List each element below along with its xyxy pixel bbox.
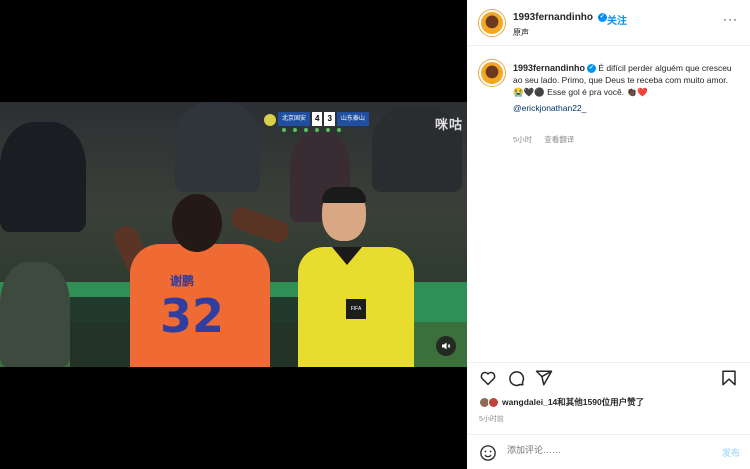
media-area: 北京国安 4 3 山东泰山 咪咕 谢鹏 32 FIFA [0, 0, 467, 469]
mention-link[interactable]: @erickjonathan22_ [513, 102, 735, 114]
home-score: 4 [312, 112, 323, 126]
caption-username[interactable]: 1993fernandinho ✓ [513, 63, 597, 74]
share-icon[interactable] [535, 369, 553, 387]
away-team: 山东泰山 [336, 112, 369, 126]
author-username-text[interactable]: 1993fernandinho [513, 12, 593, 23]
spectator [0, 262, 70, 367]
caption-meta: 5小时 查看翻译 [513, 134, 574, 145]
player-celebrating: 谢鹏 32 [110, 194, 292, 367]
verified-badge-icon: ✓ [587, 64, 597, 74]
player-head [172, 194, 222, 252]
more-options-icon[interactable]: ··· [723, 12, 738, 26]
spectator [175, 102, 260, 192]
away-score: 3 [324, 112, 335, 126]
broadcaster-watermark: 咪咕 [434, 117, 463, 132]
referee: FIFA [298, 187, 414, 367]
caption-avatar[interactable] [479, 60, 505, 86]
action-bar [467, 362, 750, 392]
substitution-dots [282, 128, 341, 132]
follow-button[interactable]: 关注 [607, 12, 627, 27]
jersey-name: 谢鹏 [170, 274, 195, 288]
caption-body: 1993fernandinho ✓ É difícil perder alguém… [513, 62, 735, 114]
likes-text[interactable]: wangdalei_14和其他1590位用户赞了 [502, 396, 644, 408]
caption-time: 5小时 [513, 135, 533, 144]
separator-dot: · [598, 12, 602, 23]
author-avatar[interactable] [479, 10, 505, 36]
security-guard [0, 122, 86, 232]
bookmark-icon[interactable] [720, 369, 738, 387]
home-team: 北京国安 [278, 112, 311, 126]
speaker-muted-icon[interactable] [436, 336, 456, 356]
video-player[interactable]: 北京国安 4 3 山东泰山 咪咕 谢鹏 32 FIFA [0, 102, 467, 367]
comment-input[interactable] [507, 445, 687, 455]
scorebug: 北京国安 4 3 山东泰山 [264, 112, 369, 136]
instagram-post-viewer: 北京国安 4 3 山东泰山 咪咕 谢鹏 32 FIFA 1993fernandi… [0, 0, 750, 469]
audio-label[interactable]: 原声 [513, 27, 529, 38]
caption-username-text[interactable]: 1993fernandinho [513, 63, 585, 73]
liker-avatar [488, 396, 499, 408]
post-time: 5小时前 [479, 416, 504, 423]
translate-link[interactable]: 查看翻译 [544, 135, 574, 144]
likes-summary[interactable]: wangdalei_14和其他1590位用户赞了 [479, 396, 644, 408]
referee-hair [322, 187, 366, 203]
comment-bar: 发布 [467, 434, 750, 469]
post-comment-button[interactable]: 发布 [722, 446, 740, 459]
league-logo-icon [264, 114, 276, 126]
jersey-number: 32 [160, 289, 225, 343]
author-username[interactable]: 1993fernandinho ✓ [513, 12, 607, 23]
fifa-badge: FIFA [346, 299, 366, 319]
comment-icon[interactable] [507, 369, 525, 387]
post-panel: 1993fernandinho ✓ · 关注 原声 ··· 1993fernan… [467, 0, 750, 469]
post-header: 1993fernandinho ✓ · 关注 原声 ··· [467, 0, 750, 46]
heart-icon[interactable] [479, 369, 497, 387]
smile-icon[interactable] [479, 444, 497, 462]
